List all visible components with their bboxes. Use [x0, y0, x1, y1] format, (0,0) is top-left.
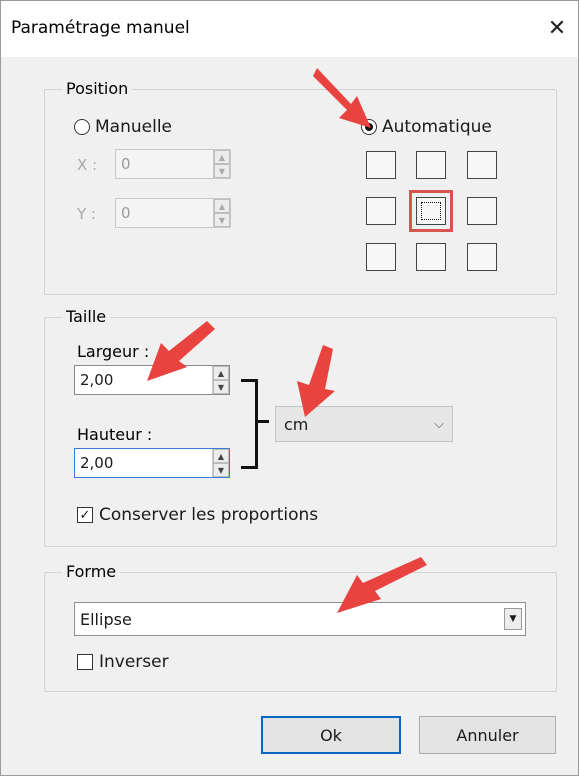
auto-radio-label: Automatique	[382, 117, 492, 137]
y-up-icon[interactable]: ▲	[214, 199, 230, 213]
x-value: 0	[121, 155, 131, 173]
anchor-bottom-center[interactable]	[416, 243, 446, 271]
checkbox-icon[interactable]: ✓	[77, 507, 93, 523]
checkbox-icon[interactable]	[77, 654, 93, 670]
close-button[interactable]: ✕	[542, 13, 572, 43]
bracket-stub	[255, 420, 269, 423]
width-down-icon[interactable]: ▼	[213, 380, 229, 394]
x-label: X :	[77, 156, 98, 174]
dropdown-arrow-icon[interactable]: ▼	[504, 608, 522, 630]
title-bar: Paramétrage manuel ✕	[1, 1, 578, 57]
invert-checkbox[interactable]: Inverser	[77, 652, 169, 672]
unit-select[interactable]: cm ⌵	[275, 406, 453, 442]
x-stepper[interactable]: 0 ▲ ▼	[115, 149, 231, 179]
close-icon: ✕	[547, 15, 567, 41]
size-group-label: Taille	[62, 307, 111, 326]
shape-group-label: Forme	[62, 562, 121, 581]
height-up-icon[interactable]: ▲	[213, 449, 229, 463]
dialog-title: Paramétrage manuel	[11, 18, 190, 38]
y-label: Y :	[77, 205, 96, 223]
position-group-label: Position	[62, 79, 133, 98]
auto-radio[interactable]: Automatique	[361, 117, 492, 137]
dialog-window: Paramétrage manuel ✕ Position Manuelle A…	[0, 0, 579, 776]
manual-radio[interactable]: Manuelle	[74, 117, 172, 137]
shape-value: Ellipse	[80, 609, 132, 629]
proportion-bracket	[241, 379, 258, 469]
anchor-bottom-right[interactable]	[467, 243, 497, 271]
auto-radio-circle[interactable]	[361, 119, 377, 135]
ok-button[interactable]: Ok	[261, 716, 401, 754]
invert-label: Inverser	[99, 652, 169, 672]
manual-radio-circle[interactable]	[74, 119, 90, 135]
unit-value: cm	[284, 414, 309, 434]
width-label: Largeur :	[77, 342, 150, 361]
width-up-icon[interactable]: ▲	[213, 366, 229, 380]
x-down-icon[interactable]: ▼	[214, 164, 230, 178]
height-down-icon[interactable]: ▼	[213, 463, 229, 477]
y-stepper[interactable]: 0 ▲ ▼	[115, 198, 231, 228]
chevron-down-icon: ⌵	[434, 416, 444, 432]
keep-proportions-checkbox[interactable]: ✓ Conserver les proportions	[77, 505, 318, 525]
anchor-bottom-left[interactable]	[366, 243, 396, 271]
anchor-top-right[interactable]	[467, 151, 497, 179]
width-stepper[interactable]: 2,00 ▲ ▼	[74, 365, 230, 395]
width-value: 2,00	[80, 371, 114, 389]
anchor-middle-right[interactable]	[467, 197, 497, 225]
anchor-middle-center[interactable]	[409, 190, 453, 232]
height-label: Hauteur :	[77, 425, 153, 444]
keep-proportions-label: Conserver les proportions	[99, 505, 319, 525]
height-stepper[interactable]: 2,00 ▲ ▼	[74, 448, 230, 478]
anchor-middle-left[interactable]	[366, 197, 396, 225]
manual-radio-label: Manuelle	[95, 117, 172, 137]
y-down-icon[interactable]: ▼	[214, 213, 230, 227]
height-value: 2,00	[80, 454, 114, 472]
shape-dropdown[interactable]: Ellipse ▼	[74, 602, 526, 636]
cancel-button[interactable]: Annuler	[419, 716, 556, 754]
y-value: 0	[121, 204, 131, 222]
anchor-top-center[interactable]	[416, 151, 446, 179]
x-up-icon[interactable]: ▲	[214, 150, 230, 164]
anchor-top-left[interactable]	[366, 151, 396, 179]
